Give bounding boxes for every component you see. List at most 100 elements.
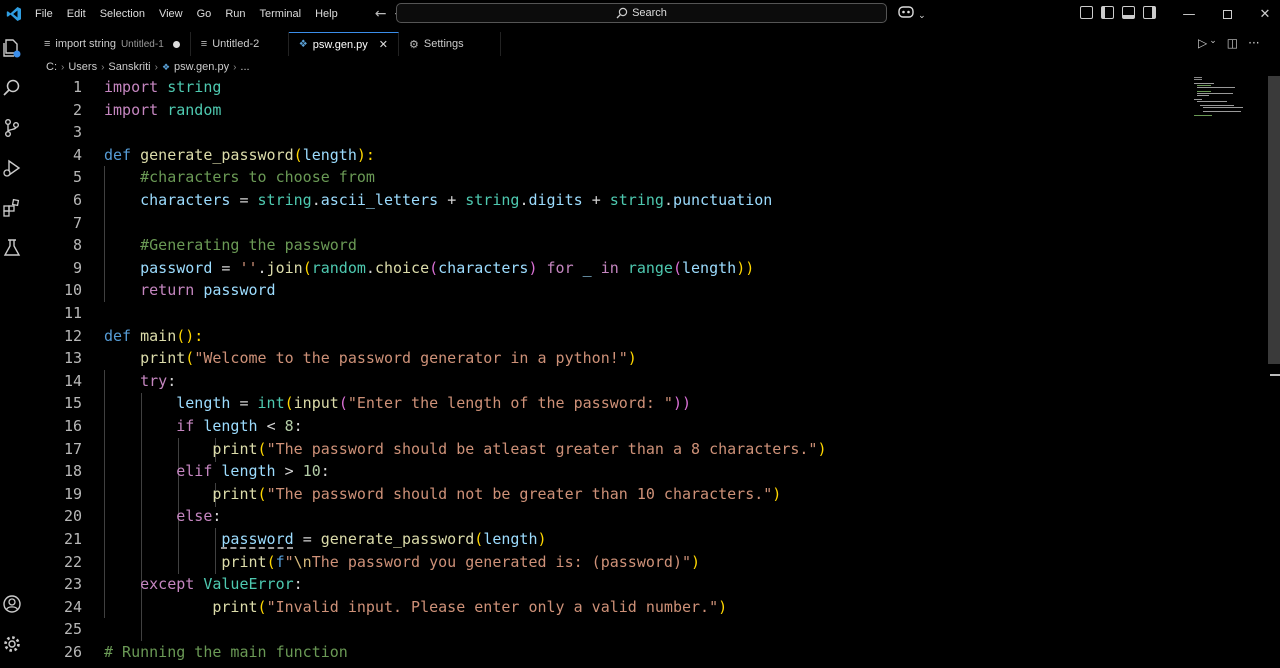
minimap[interactable] — [1192, 76, 1252, 116]
code-line[interactable]: 17 print("The password should be atleast… — [34, 438, 1184, 461]
split-editor-icon[interactable]: ◫ — [1227, 36, 1238, 50]
close-window-icon[interactable]: ✕ — [1246, 0, 1280, 28]
code-line[interactable]: 11 — [34, 302, 1184, 325]
run-python-file-icon[interactable]: ▷ — [1198, 36, 1207, 50]
menu-view[interactable]: View — [152, 0, 190, 28]
operator: < — [266, 417, 276, 435]
code-line[interactable]: 4 def generate_password(length): — [34, 144, 1184, 167]
unsaved-dot-icon[interactable] — [172, 40, 180, 48]
settings-gear-icon[interactable] — [2, 634, 22, 654]
tab-label: import string — [55, 38, 116, 50]
code-line[interactable]: 8 #Generating the password — [34, 234, 1184, 257]
restore-icon[interactable] — [1208, 0, 1246, 28]
search-sidebar-icon[interactable] — [2, 78, 22, 98]
code-line[interactable]: 1 import string — [34, 76, 1184, 99]
extensions-icon[interactable] — [2, 198, 22, 218]
menu-terminal[interactable]: Terminal — [253, 0, 309, 28]
line-number: 18 — [63, 462, 82, 481]
tab-psw-gen-py[interactable]: ❖ psw.gen.py ✕ — [288, 32, 399, 56]
breadcrumb-drive[interactable]: C: — [46, 61, 57, 73]
close-tab-icon[interactable]: ✕ — [379, 38, 388, 51]
keyword: import — [104, 100, 159, 119]
explorer-icon[interactable] — [2, 38, 22, 58]
code-line[interactable]: 13 print("Welcome to the password genera… — [34, 347, 1184, 370]
back-arrow-icon[interactable]: ← — [375, 6, 387, 22]
bracket: ) — [627, 349, 637, 368]
minimize-icon[interactable]: — — [1170, 0, 1208, 28]
menu-file[interactable]: File — [28, 0, 60, 28]
menu-run[interactable]: Run — [218, 0, 252, 28]
keyword: in — [600, 258, 619, 277]
code-line[interactable]: 2 import random — [34, 99, 1184, 122]
code-line[interactable]: 22 print(f"\nThe password you generated … — [34, 551, 1184, 574]
code-line[interactable]: 21 password = generate_password(length) — [34, 528, 1184, 551]
code-line[interactable]: 18 elif length > 10: — [34, 460, 1184, 483]
title-bar: File Edit Selection View Go Run Terminal… — [0, 0, 1280, 28]
chevron-down-icon[interactable]: ⌄ — [1209, 36, 1217, 50]
code-line[interactable]: 9 password = ''.join(random.choice(chara… — [34, 257, 1184, 280]
breadcrumb-symbol[interactable]: ... — [240, 61, 249, 73]
code-editor[interactable]: 1 import string 2 import random 3 4 def gen… — [34, 76, 1270, 668]
punct: . — [257, 258, 267, 277]
code-line[interactable]: 26 # Running the main function — [34, 641, 1184, 664]
line-number: 5 — [72, 168, 82, 187]
variable: password — [140, 258, 213, 277]
code-line[interactable]: 16 if length < 8: — [34, 415, 1184, 438]
line-number: 26 — [63, 643, 82, 661]
vertical-scrollbar[interactable] — [1268, 76, 1280, 364]
tab-import-string[interactable]: ≡ import string Untitled-1 — [34, 32, 191, 56]
code-line[interactable]: 24 print("Invalid input. Please enter on… — [34, 596, 1184, 619]
menu-edit[interactable]: Edit — [60, 0, 93, 28]
breadcrumb-users[interactable]: Users — [68, 61, 97, 73]
variable: password — [221, 530, 294, 548]
testing-flask-icon[interactable] — [2, 238, 22, 258]
function-name: generate_password — [320, 530, 475, 548]
line-number: 24 — [63, 597, 82, 616]
code-line[interactable]: 23 except ValueError: — [34, 573, 1184, 596]
builtin: print — [212, 439, 258, 458]
more-actions-icon[interactable]: ··· — [1248, 36, 1259, 50]
code-line[interactable]: 15 length = int(input("Enter the length … — [34, 392, 1184, 415]
operator: = — [302, 530, 312, 548]
code-line[interactable]: 25 — [34, 618, 1184, 641]
run-debug-icon[interactable] — [2, 158, 22, 178]
chevron-right-icon: › — [61, 61, 65, 73]
toggle-primary-sidebar-icon[interactable] — [1101, 6, 1114, 19]
bracket: ( — [474, 530, 484, 548]
builtin: range — [627, 258, 673, 277]
tab-untitled-2[interactable]: ≡ Untitled-2 — [190, 32, 289, 56]
source-control-icon[interactable] — [2, 118, 22, 138]
menu-help[interactable]: Help — [308, 0, 345, 28]
code-line[interactable]: 5 #characters to choose from — [34, 166, 1184, 189]
breadcrumb-file[interactable]: psw.gen.py — [174, 61, 229, 73]
code-line[interactable]: 14 try: — [34, 370, 1184, 393]
code-line[interactable]: 19 print("The password should not be gre… — [34, 483, 1184, 506]
menu-go[interactable]: Go — [190, 0, 219, 28]
operator: > — [284, 462, 294, 481]
code-line[interactable]: 7 — [34, 212, 1184, 235]
bracket: ( — [257, 439, 267, 458]
chevron-right-icon: › — [101, 61, 105, 73]
account-icon[interactable] — [2, 594, 22, 614]
bracket: ) — [691, 552, 701, 571]
bracket: ( — [293, 145, 303, 164]
string: "Invalid input. Please enter only a vali… — [266, 597, 719, 616]
attribute: punctuation — [672, 191, 773, 209]
menu-selection[interactable]: Selection — [93, 0, 152, 28]
customize-layout-icon[interactable] — [1080, 6, 1093, 19]
punct: : — [320, 462, 330, 481]
code-line[interactable]: 20 else: — [34, 505, 1184, 528]
code-line[interactable]: 12 def main(): — [34, 325, 1184, 348]
tab-settings[interactable]: ⚙ Settings — [399, 32, 501, 56]
python-file-icon: ❖ — [161, 61, 171, 72]
toggle-panel-icon[interactable] — [1122, 6, 1135, 19]
string: "Welcome to the password generator in a … — [194, 349, 628, 368]
toggle-secondary-sidebar-icon[interactable] — [1143, 6, 1156, 19]
bracket: ( — [284, 394, 294, 413]
copilot-menu[interactable]: ⌄ — [898, 5, 926, 22]
code-line[interactable]: 3 — [34, 121, 1184, 144]
command-search-box[interactable]: Search — [396, 3, 887, 23]
code-line[interactable]: 6 characters = string.ascii_letters + st… — [34, 189, 1184, 212]
breadcrumb-sanskriti[interactable]: Sanskriti — [108, 61, 150, 73]
code-line[interactable]: 10 return password — [34, 279, 1184, 302]
